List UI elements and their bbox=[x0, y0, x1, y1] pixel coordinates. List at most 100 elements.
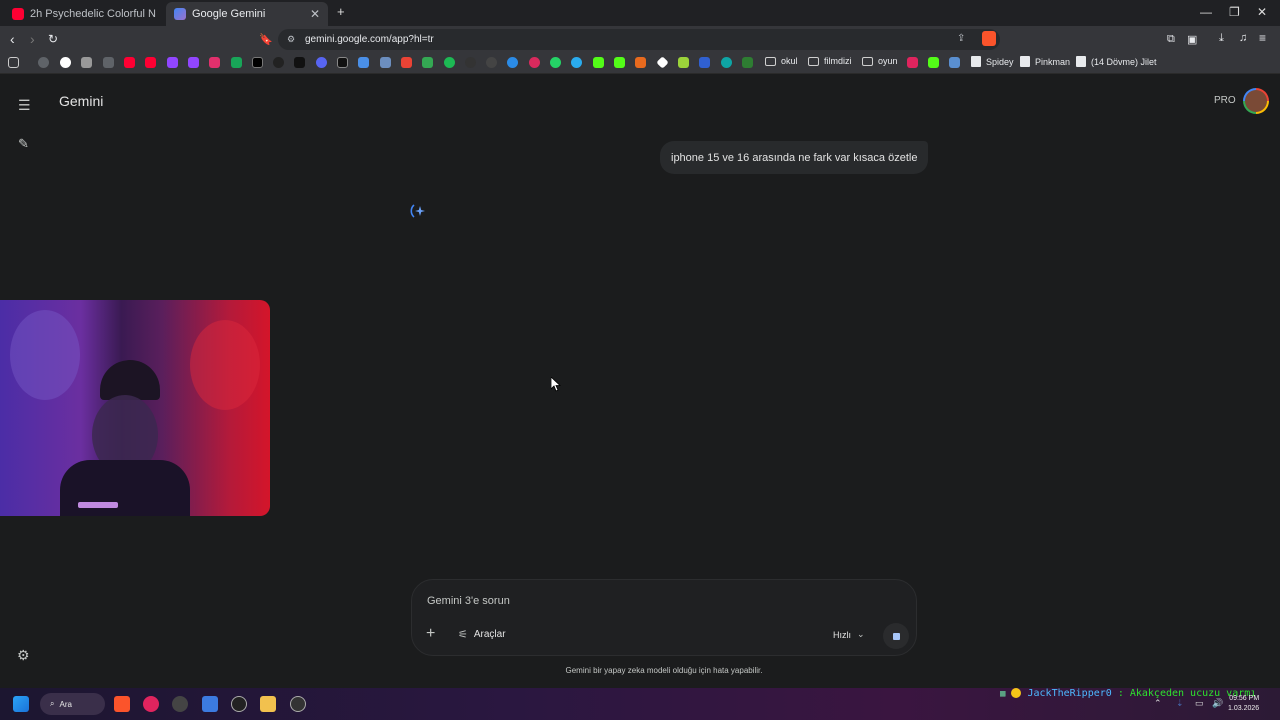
new-tab-button[interactable]: + bbox=[337, 4, 345, 19]
brave-shield-icon[interactable] bbox=[982, 31, 996, 46]
photos-icon[interactable] bbox=[202, 696, 218, 712]
bookmarks-bar: okul filmdizi oyun Spidey Pinkman (14 Dö… bbox=[0, 52, 1280, 74]
brave-icon[interactable] bbox=[114, 696, 130, 712]
avatar[interactable] bbox=[1243, 88, 1269, 114]
bookmark-app-icon[interactable] bbox=[907, 57, 918, 68]
bookmark-app-icon[interactable] bbox=[507, 57, 518, 68]
bookmark-app-icon[interactable] bbox=[529, 57, 540, 68]
share-icon[interactable]: ⇪ bbox=[957, 33, 965, 44]
pro-badge[interactable]: PRO bbox=[1214, 95, 1236, 106]
bookmark-app-icon[interactable] bbox=[465, 57, 476, 68]
bookmark-folder-okul[interactable]: okul bbox=[765, 56, 798, 66]
steam-icon[interactable] bbox=[290, 696, 306, 712]
x-icon[interactable] bbox=[252, 57, 263, 68]
tab-title: Google Gemini bbox=[192, 8, 266, 20]
restore-icon[interactable]: ❐ bbox=[1229, 5, 1240, 19]
bookmark-app-icon[interactable] bbox=[742, 57, 753, 68]
tray-expand-icon[interactable]: ⌃ bbox=[1154, 698, 1162, 709]
edit-icon[interactable]: ✎ bbox=[18, 136, 29, 152]
file-explorer-icon[interactable] bbox=[260, 696, 276, 712]
twitch-icon[interactable] bbox=[188, 57, 199, 68]
translate-icon[interactable] bbox=[380, 57, 391, 68]
bookmark-app-icon[interactable] bbox=[103, 57, 114, 68]
mode-selector[interactable]: Hızlı ⌄ bbox=[833, 629, 865, 640]
address-bar[interactable]: ⚙ gemini.google.com/app?hl=tr ⇪ bbox=[278, 29, 1000, 50]
capcut-icon[interactable] bbox=[337, 57, 348, 68]
gmail-icon[interactable] bbox=[401, 57, 412, 68]
bookmark-app-icon[interactable] bbox=[81, 57, 92, 68]
network-icon[interactable]: ▭ bbox=[1195, 698, 1204, 709]
reload-icon[interactable]: ↻ bbox=[48, 32, 58, 46]
kick-icon[interactable] bbox=[593, 57, 604, 68]
folder-label: oyun bbox=[878, 56, 898, 66]
download-icon[interactable]: ⤓ bbox=[1219, 32, 1224, 45]
clock-time: 09:56 PM bbox=[1229, 695, 1260, 702]
apps-grid-icon[interactable] bbox=[8, 57, 19, 68]
bookmark-spidey[interactable]: Spidey bbox=[971, 56, 1014, 67]
bookmark-app-icon[interactable] bbox=[231, 57, 242, 68]
bookmark-app-icon[interactable] bbox=[721, 57, 732, 68]
tiktok-icon[interactable] bbox=[294, 57, 305, 68]
mouse-cursor-icon bbox=[551, 377, 561, 392]
instagram-icon[interactable] bbox=[209, 57, 220, 68]
mode-label: Hızlı bbox=[833, 629, 851, 640]
tools-label: Araçlar bbox=[473, 629, 506, 640]
webcam-overlay bbox=[0, 300, 270, 516]
wallet-icon[interactable]: ▣ bbox=[1187, 33, 1197, 46]
tools-button[interactable]: ⚟ Araçlar bbox=[458, 628, 506, 641]
capcut-icon[interactable] bbox=[231, 696, 247, 712]
media-player-icon[interactable] bbox=[143, 696, 159, 712]
history-icon[interactable] bbox=[38, 57, 49, 68]
bookmark-app-icon[interactable] bbox=[635, 57, 646, 68]
page-icon bbox=[1020, 56, 1030, 67]
bookmark-folder-filmdizi[interactable]: filmdizi bbox=[808, 56, 852, 66]
tab-youtube[interactable]: 2h Psychedelic Colorful Neon Backgr bbox=[4, 2, 164, 26]
minimize-icon[interactable]: — bbox=[1200, 5, 1212, 19]
close-window-icon[interactable]: ✕ bbox=[1257, 5, 1267, 19]
extensions-icon[interactable]: ⧉ bbox=[1167, 33, 1175, 46]
discord-icon[interactable] bbox=[316, 57, 327, 68]
menu-icon[interactable]: ≡ bbox=[1259, 31, 1266, 45]
bookmark-app-icon[interactable] bbox=[656, 56, 669, 69]
system-clock[interactable]: 09:56 PM 1.03.2026 bbox=[1228, 694, 1259, 714]
spotify-icon[interactable] bbox=[444, 57, 455, 68]
google-icon[interactable] bbox=[60, 57, 71, 68]
bookmark-app-icon[interactable] bbox=[358, 57, 369, 68]
drive-icon[interactable] bbox=[422, 57, 433, 68]
media-icon[interactable]: ♫ bbox=[1239, 32, 1247, 44]
telegram-icon[interactable] bbox=[571, 57, 582, 68]
plus-icon[interactable]: + bbox=[426, 625, 435, 643]
bookmark-app-icon[interactable] bbox=[699, 57, 710, 68]
youtube-icon[interactable] bbox=[124, 57, 135, 68]
person-cap bbox=[100, 360, 160, 400]
threads-icon[interactable] bbox=[273, 57, 284, 68]
bookmark-app-icon[interactable] bbox=[949, 57, 960, 68]
volume-icon[interactable]: 🔊 bbox=[1212, 698, 1223, 709]
bookmark-folder-oyun[interactable]: oyun bbox=[862, 56, 898, 66]
windows-start-icon[interactable] bbox=[13, 696, 29, 712]
prompt-input[interactable] bbox=[427, 595, 807, 607]
close-tab-icon[interactable]: ✕ bbox=[310, 7, 320, 21]
back-icon[interactable]: ‹ bbox=[10, 31, 15, 47]
taskbar-search[interactable]: ⌕ Ara bbox=[40, 693, 105, 715]
stop-button[interactable] bbox=[883, 623, 909, 649]
obs-icon[interactable] bbox=[172, 696, 188, 712]
tray-app-icon[interactable]: ⇣ bbox=[1176, 698, 1184, 709]
twitch-icon[interactable] bbox=[167, 57, 178, 68]
stop-icon bbox=[892, 632, 900, 640]
bookmark-app-icon[interactable] bbox=[678, 57, 689, 68]
tab-gemini[interactable]: Google Gemini ✕ bbox=[166, 2, 328, 26]
site-info-icon[interactable]: ⚙ bbox=[287, 34, 295, 45]
whatsapp-icon[interactable] bbox=[550, 57, 561, 68]
bookmark-pinkman[interactable]: Pinkman bbox=[1020, 56, 1070, 67]
brand-title[interactable]: Gemini bbox=[59, 93, 103, 109]
forward-icon[interactable]: › bbox=[30, 31, 35, 47]
gear-icon[interactable]: ⚙ bbox=[17, 647, 30, 664]
youtube-icon[interactable] bbox=[145, 57, 156, 68]
github-icon[interactable] bbox=[486, 57, 497, 68]
bookmark-jilet[interactable]: (14 Dövme) Jilet bbox=[1076, 56, 1157, 67]
hamburger-menu-icon[interactable]: ☰ bbox=[18, 97, 31, 114]
kick-icon[interactable] bbox=[614, 57, 625, 68]
kick-icon[interactable] bbox=[928, 57, 939, 68]
bookmark-icon[interactable]: 🔖 bbox=[259, 33, 273, 46]
